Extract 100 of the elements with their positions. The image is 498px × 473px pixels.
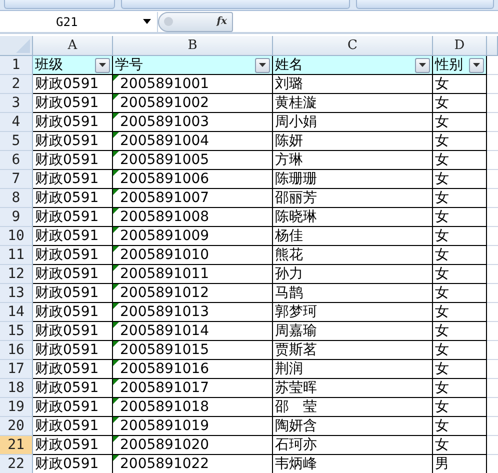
triangle-icon xyxy=(16,39,30,53)
row-header[interactable]: 14 xyxy=(0,303,33,322)
error-indicator-icon xyxy=(113,284,119,290)
error-indicator-icon xyxy=(113,208,119,214)
caret-icon xyxy=(419,63,426,67)
table-cell: 孙力 xyxy=(275,265,303,283)
row-header[interactable]: 5 xyxy=(0,132,33,151)
row-header[interactable]: 11 xyxy=(0,246,33,265)
filter-button[interactable] xyxy=(255,58,270,72)
row-header[interactable]: 3 xyxy=(0,94,33,113)
table-cell: 女 xyxy=(435,189,449,207)
table-cell: 周小娟 xyxy=(275,113,317,131)
row-header[interactable]: 1 xyxy=(0,56,33,75)
row-header[interactable]: 9 xyxy=(0,208,33,227)
select-all-button[interactable] xyxy=(0,36,33,56)
row-header[interactable]: 2 xyxy=(0,75,33,94)
table-cell: 杨佳 xyxy=(275,227,303,245)
row-header[interactable]: 7 xyxy=(0,170,33,189)
row-header[interactable]: 22 xyxy=(0,455,33,473)
ribbon-button[interactable] xyxy=(356,0,494,9)
table-cell: 2005891016 xyxy=(120,360,210,378)
table-cell: 石珂亦 xyxy=(275,436,317,454)
table-cell: 女 xyxy=(435,417,449,435)
table-cell: 女 xyxy=(435,246,449,264)
table-cell: 财政0591 xyxy=(35,246,99,264)
filter-button[interactable] xyxy=(95,58,110,72)
error-indicator-icon xyxy=(113,455,119,461)
formula-button-group[interactable]: fx xyxy=(158,12,233,32)
table-cell: 女 xyxy=(435,227,449,245)
header-cell-text: 性别 xyxy=(435,56,464,74)
header-cell-text: 学号 xyxy=(115,56,144,74)
table-cell: 2005891022 xyxy=(120,455,210,473)
table-cell: 邵丽芳 xyxy=(275,189,317,207)
table-cell: 2005891015 xyxy=(120,341,210,359)
name-box[interactable]: G21 xyxy=(0,12,158,32)
table-cell: 郭梦珂 xyxy=(275,303,317,321)
filter-button[interactable] xyxy=(469,58,484,72)
table-cell: 2005891003 xyxy=(120,113,210,131)
row-header[interactable]: 19 xyxy=(0,398,33,417)
row-header[interactable]: 13 xyxy=(0,284,33,303)
table-cell: 女 xyxy=(435,341,449,359)
table-cell: 财政0591 xyxy=(35,417,99,435)
table-cell: 2005891004 xyxy=(120,132,210,150)
table-cell: 2005891009 xyxy=(120,227,210,245)
table-cell: 2005891006 xyxy=(120,170,210,188)
row-header[interactable]: 21 xyxy=(0,436,33,455)
column-header[interactable]: C xyxy=(273,36,433,56)
row-header[interactable]: 8 xyxy=(0,189,33,208)
table-cell: 2005891020 xyxy=(120,436,210,454)
error-indicator-icon xyxy=(113,170,119,176)
table-cell: 女 xyxy=(435,94,449,112)
column-header[interactable]: D xyxy=(433,36,487,56)
function-button[interactable]: fx xyxy=(216,16,227,27)
row-header[interactable]: 18 xyxy=(0,379,33,398)
table-cell: 2005891013 xyxy=(120,303,210,321)
table-cell: 2005891012 xyxy=(120,284,210,302)
row-header[interactable]: 10 xyxy=(0,227,33,246)
table-cell: 财政0591 xyxy=(35,151,99,169)
table-cell: 财政0591 xyxy=(35,436,99,454)
column-header[interactable]: B xyxy=(113,36,273,56)
row-header[interactable]: 6 xyxy=(0,151,33,170)
error-indicator-icon xyxy=(113,322,119,328)
table-cell: 陈珊珊 xyxy=(275,170,317,188)
ribbon-button[interactable] xyxy=(4,0,115,9)
table-cell: 女 xyxy=(435,113,449,131)
error-indicator-icon xyxy=(113,189,119,195)
row-header[interactable]: 12 xyxy=(0,265,33,284)
row-header[interactable]: 4 xyxy=(0,113,33,132)
filter-button[interactable] xyxy=(415,58,430,72)
table-cell: 邵 莹 xyxy=(275,398,317,416)
error-indicator-icon xyxy=(113,360,119,366)
table-cell: 马鹊 xyxy=(275,284,303,302)
row-header[interactable]: 17 xyxy=(0,360,33,379)
table-cell: 女 xyxy=(435,208,449,226)
table-cell: 财政0591 xyxy=(35,75,99,93)
table-cell: 财政0591 xyxy=(35,284,99,302)
caret-icon[interactable] xyxy=(143,19,151,24)
table-cell: 女 xyxy=(435,436,449,454)
table-cell: 男 xyxy=(435,455,449,473)
table-cell: 财政0591 xyxy=(35,455,99,473)
table-cell: 财政0591 xyxy=(35,360,99,378)
row-header[interactable]: 20 xyxy=(0,417,33,436)
error-indicator-icon xyxy=(113,303,119,309)
table-cell: 周嘉瑜 xyxy=(275,322,317,340)
ribbon-button[interactable] xyxy=(120,0,350,9)
table-cell: 2005891017 xyxy=(120,379,210,397)
row-header[interactable]: 15 xyxy=(0,322,33,341)
table-cell: 陈晓琳 xyxy=(275,208,317,226)
table-cell: 2005891019 xyxy=(120,417,210,435)
table-cell: 女 xyxy=(435,132,449,150)
row-header[interactable]: 16 xyxy=(0,341,33,360)
caret-icon xyxy=(99,63,106,67)
table-cell: 贾斯茗 xyxy=(275,341,317,359)
error-indicator-icon xyxy=(113,75,119,81)
table-cell: 财政0591 xyxy=(35,322,99,340)
error-indicator-icon xyxy=(113,132,119,138)
error-indicator-icon xyxy=(113,94,119,100)
table-cell: 女 xyxy=(435,75,449,93)
column-header[interactable]: A xyxy=(33,36,113,56)
table-cell: 2005891001 xyxy=(120,75,210,93)
